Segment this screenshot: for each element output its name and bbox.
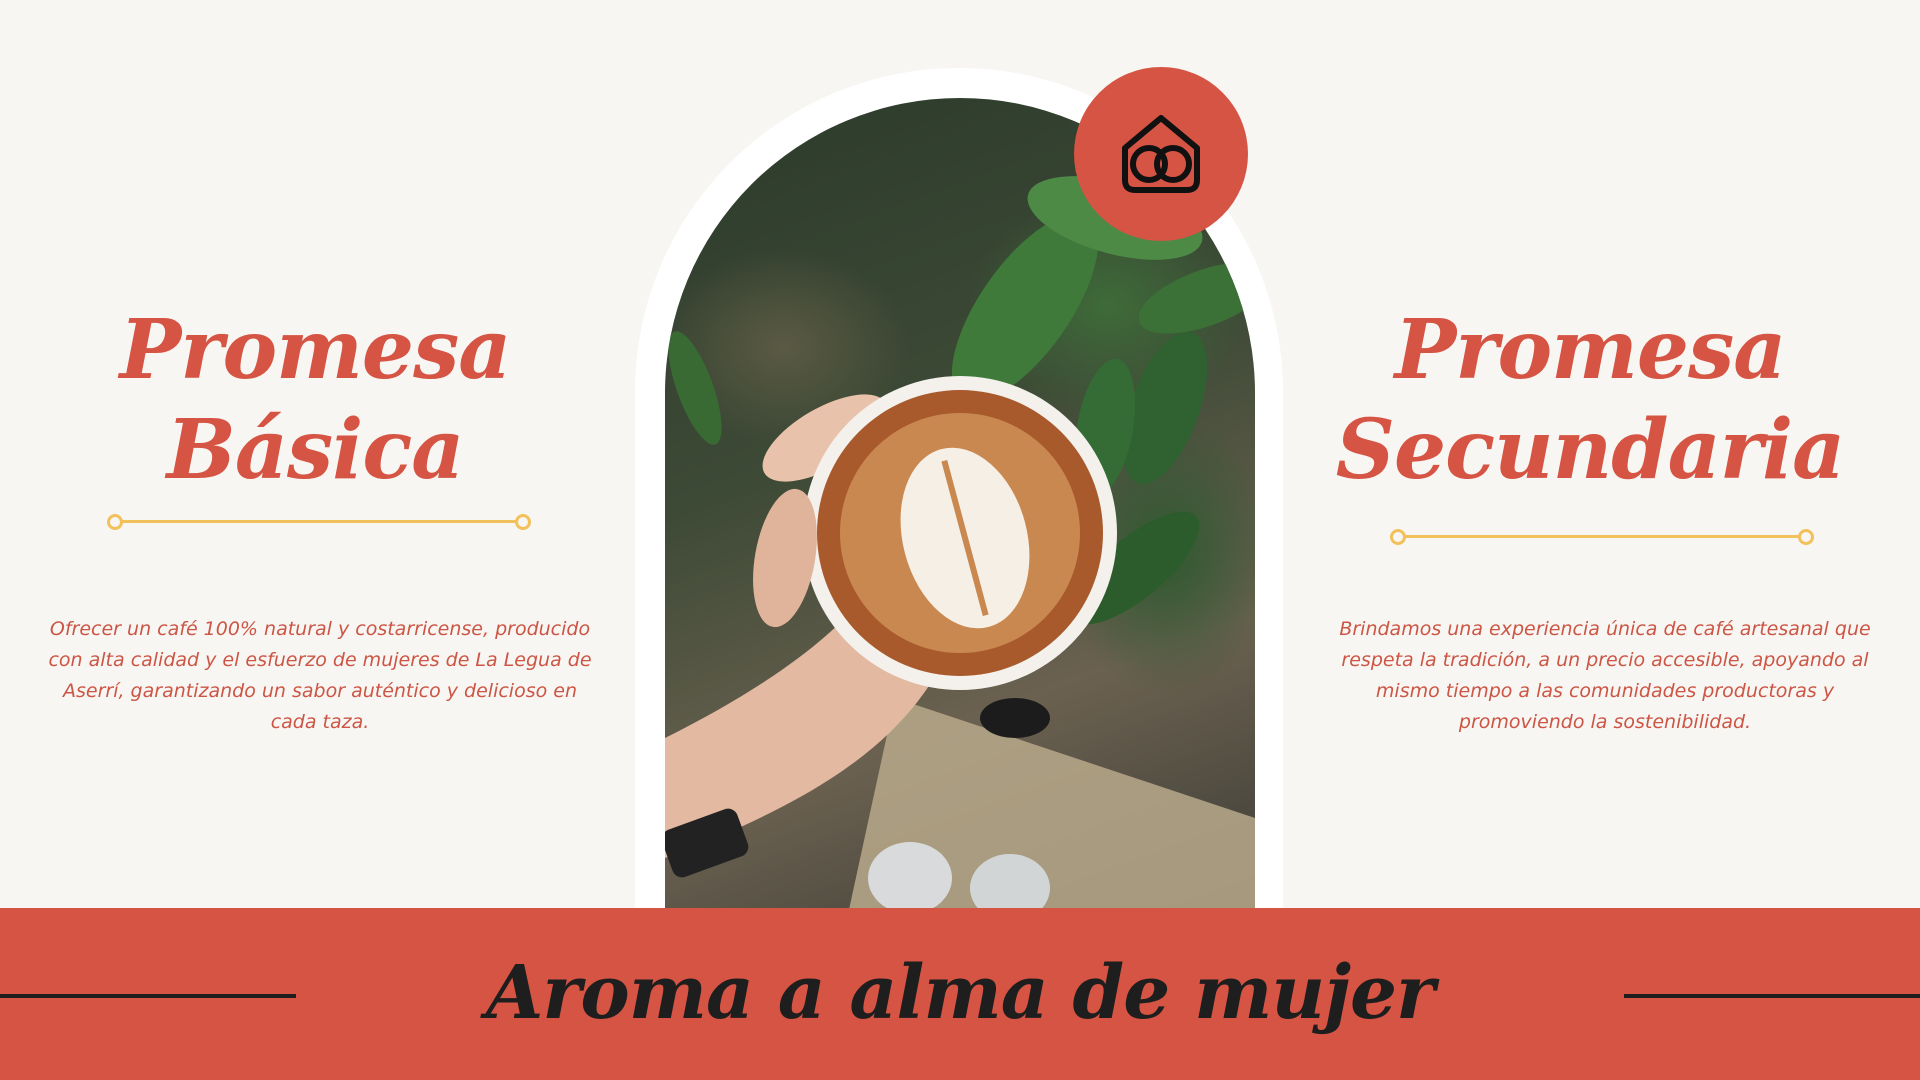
heading-right-line1: Promesa bbox=[1394, 302, 1787, 398]
divider-dot bbox=[515, 514, 531, 530]
divider-dot bbox=[1390, 529, 1406, 545]
body-promesa-secundaria: Brindamos una experiencia única de café … bbox=[1339, 618, 1871, 733]
house-coffee-bean-icon bbox=[1122, 115, 1200, 193]
divider-dot bbox=[107, 514, 123, 530]
logo-badge bbox=[1074, 67, 1248, 241]
banner-rule-right bbox=[1624, 994, 1920, 998]
divider-dot bbox=[1798, 529, 1814, 545]
heading-left-line2: Básica bbox=[166, 402, 465, 498]
heading-promesa-secundaria: Promesa Secundaria bbox=[1300, 300, 1880, 500]
slide: Promesa Básica Ofrecer un café 100% natu… bbox=[0, 0, 1920, 1080]
tagline-banner: Aroma a alma de mujer bbox=[0, 908, 1920, 1080]
heading-left-line1: Promesa bbox=[119, 302, 512, 398]
divider-left bbox=[107, 514, 531, 530]
heading-promesa-basica: Promesa Básica bbox=[60, 300, 570, 500]
body-promesa-basica: Ofrecer un café 100% natural y costarric… bbox=[48, 618, 592, 733]
tagline: Aroma a alma de mujer bbox=[485, 950, 1435, 1036]
divider-right bbox=[1390, 529, 1814, 545]
heading-right-line2: Secundaria bbox=[1335, 402, 1846, 498]
